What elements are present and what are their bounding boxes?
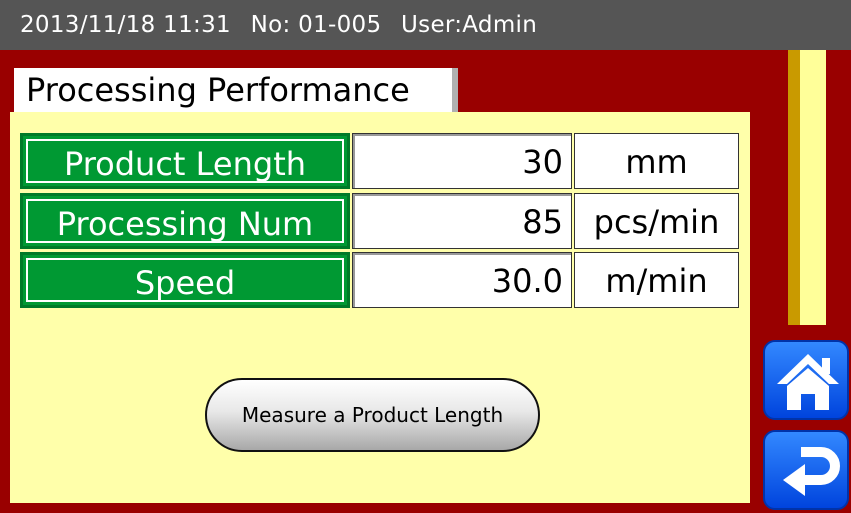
home-icon xyxy=(777,354,839,410)
decorative-stripe-yellow xyxy=(800,50,826,325)
home-button[interactable] xyxy=(763,340,849,420)
page-title: Processing Performance xyxy=(14,68,458,112)
product-length-label-text: Product Length xyxy=(26,139,344,183)
return-arrow-icon xyxy=(783,447,840,496)
decorative-stripe-gold xyxy=(788,50,800,325)
product-length-value[interactable]: 30 xyxy=(352,133,572,189)
machine-number: No: 01-005 xyxy=(250,12,382,38)
processing-num-unit: pcs/min xyxy=(574,193,739,249)
status-bar: 2013/11/18 11:31 No: 01-005 User:Admin xyxy=(0,0,851,50)
processing-num-value[interactable]: 85 xyxy=(352,193,572,249)
speed-label-text: Speed xyxy=(26,258,344,302)
processing-num-label: Processing Num xyxy=(20,193,350,249)
speed-unit: m/min xyxy=(574,252,739,308)
measure-product-length-button[interactable]: Measure a Product Length xyxy=(205,378,540,452)
speed-label: Speed xyxy=(20,252,350,308)
speed-value[interactable]: 30.0 xyxy=(352,252,572,308)
back-button[interactable] xyxy=(763,430,849,510)
processing-num-label-text: Processing Num xyxy=(26,199,344,243)
datetime-text: 2013/11/18 11:31 xyxy=(20,12,231,38)
user-text: User:Admin xyxy=(401,12,538,38)
product-length-label: Product Length xyxy=(20,133,350,189)
product-length-unit: mm xyxy=(574,133,739,189)
